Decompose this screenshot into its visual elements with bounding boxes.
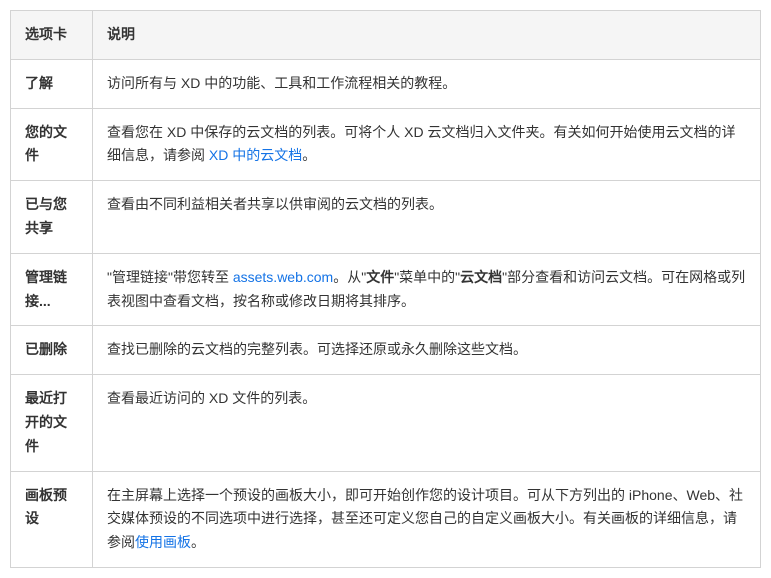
header-description: 说明 — [93, 11, 761, 60]
table-header-row: 选项卡 说明 — [11, 11, 761, 60]
row-label: 管理链接... — [11, 253, 93, 326]
table-row: 画板预设在主屏幕上选择一个预设的画板大小，即可开始创作您的设计项目。可从下方列出… — [11, 471, 761, 567]
desc-text: 查看最近访问的 XD 文件的列表。 — [107, 390, 316, 406]
table-row: 已与您共享查看由不同利益相关者共享以供审阅的云文档的列表。 — [11, 181, 761, 254]
row-description: 查看由不同利益相关者共享以供审阅的云文档的列表。 — [93, 181, 761, 254]
row-description: 在主屏幕上选择一个预设的画板大小，即可开始创作您的设计项目。可从下方列出的 iP… — [93, 471, 761, 567]
row-description: "管理链接"带您转至 assets.web.com。从"文件"菜单中的"云文档"… — [93, 253, 761, 326]
desc-text: 。从" — [333, 269, 366, 285]
table-row: 已删除查找已删除的云文档的完整列表。可选择还原或永久删除这些文档。 — [11, 326, 761, 375]
doc-link[interactable]: 使用画板 — [135, 534, 191, 550]
row-label: 已与您共享 — [11, 181, 93, 254]
table-row: 最近打开的文件查看最近访问的 XD 文件的列表。 — [11, 375, 761, 471]
row-label: 了解 — [11, 59, 93, 108]
doc-link[interactable]: XD 中的云文档 — [209, 147, 302, 163]
doc-link[interactable]: assets.web.com — [233, 269, 333, 285]
table-body: 了解访问所有与 XD 中的功能、工具和工作流程相关的教程。您的文件查看您在 XD… — [11, 59, 761, 567]
row-description: 查看您在 XD 中保存的云文档的列表。可将个人 XD 云文档归入文件夹。有关如何… — [93, 108, 761, 181]
row-label: 最近打开的文件 — [11, 375, 93, 471]
desc-text: 。 — [191, 534, 205, 550]
table-row: 您的文件查看您在 XD 中保存的云文档的列表。可将个人 XD 云文档归入文件夹。… — [11, 108, 761, 181]
desc-text: 访问所有与 XD 中的功能、工具和工作流程相关的教程。 — [107, 75, 456, 91]
header-tab: 选项卡 — [11, 11, 93, 60]
desc-text: 。 — [302, 147, 316, 163]
desc-text: 查看由不同利益相关者共享以供审阅的云文档的列表。 — [107, 196, 443, 212]
options-table: 选项卡 说明 了解访问所有与 XD 中的功能、工具和工作流程相关的教程。您的文件… — [10, 10, 761, 568]
table-row: 管理链接..."管理链接"带您转至 assets.web.com。从"文件"菜单… — [11, 253, 761, 326]
bold-text: 云文档 — [460, 269, 502, 285]
desc-text: "管理链接"带您转至 — [107, 269, 233, 285]
bold-text: 文件 — [366, 269, 394, 285]
desc-text: "菜单中的" — [394, 269, 460, 285]
row-label: 已删除 — [11, 326, 93, 375]
row-description: 访问所有与 XD 中的功能、工具和工作流程相关的教程。 — [93, 59, 761, 108]
row-description: 查找已删除的云文档的完整列表。可选择还原或永久删除这些文档。 — [93, 326, 761, 375]
desc-text: 查找已删除的云文档的完整列表。可选择还原或永久删除这些文档。 — [107, 341, 527, 357]
table-row: 了解访问所有与 XD 中的功能、工具和工作流程相关的教程。 — [11, 59, 761, 108]
row-label: 画板预设 — [11, 471, 93, 567]
row-label: 您的文件 — [11, 108, 93, 181]
row-description: 查看最近访问的 XD 文件的列表。 — [93, 375, 761, 471]
desc-text: 查看您在 XD 中保存的云文档的列表。可将个人 XD 云文档归入文件夹。有关如何… — [107, 124, 735, 164]
